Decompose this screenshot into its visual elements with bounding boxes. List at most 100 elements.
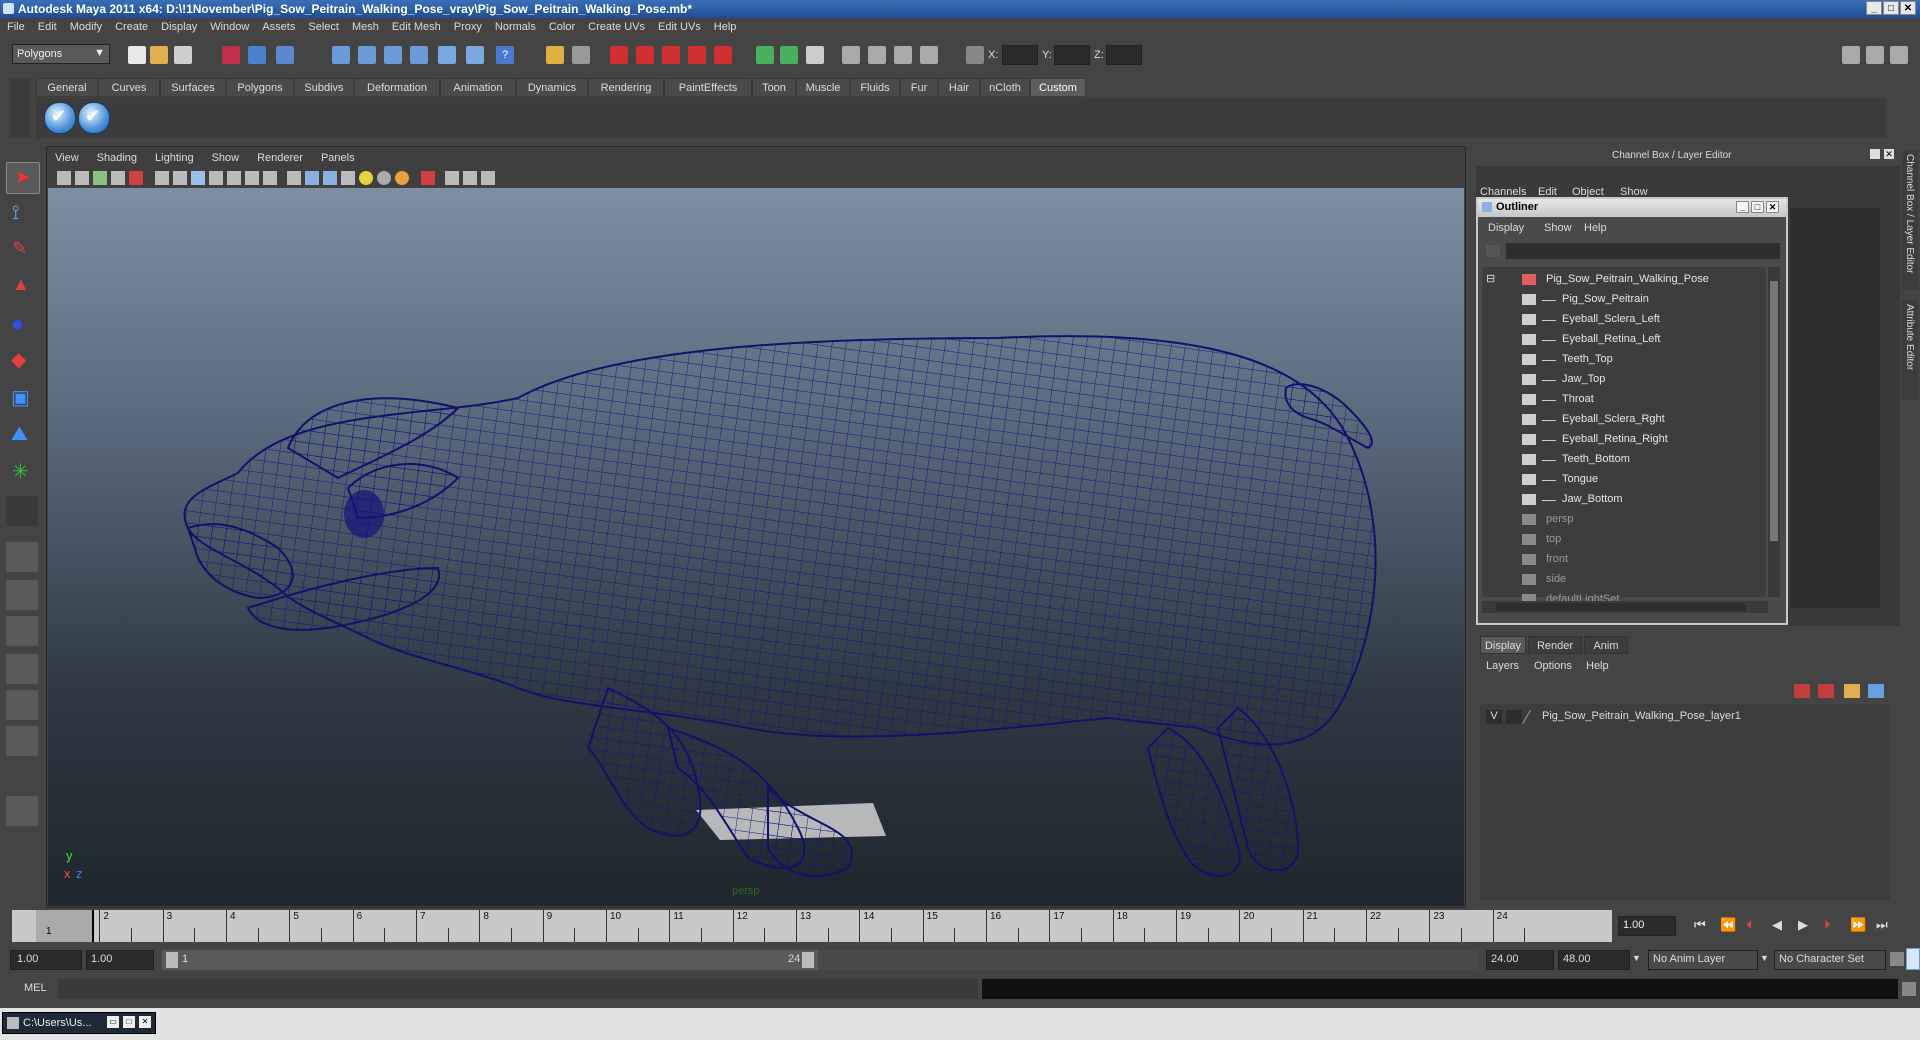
toggle-tool-settings-icon[interactable] — [1866, 46, 1884, 64]
current-time-marker[interactable]: 1 — [36, 910, 94, 942]
shelf-tab-general[interactable]: General — [36, 78, 98, 97]
lock-icon[interactable] — [546, 46, 564, 64]
outliner-item[interactable]: Eyeball_Sclera_Left — [1482, 311, 1766, 329]
layer-tab-render[interactable]: Render — [1528, 636, 1582, 654]
outliner-close-icon[interactable]: ✕ — [1766, 201, 1779, 213]
shelf-tab-polygons[interactable]: Polygons — [226, 78, 294, 97]
menu-create-uvs[interactable]: Create UVs — [581, 18, 651, 33]
custom-shelf-button-1[interactable]: ✔ — [44, 102, 76, 134]
history-icon[interactable] — [466, 46, 484, 64]
mel-input[interactable] — [58, 979, 978, 999]
toggle-attribute-editor-icon[interactable] — [1842, 46, 1860, 64]
layer-tab-display[interactable]: Display — [1480, 636, 1526, 654]
shelf-tab-painteffects[interactable]: PaintEffects — [664, 78, 752, 97]
outliner-scroll-thumb[interactable] — [1770, 281, 1778, 541]
bookmark-icon[interactable] — [93, 171, 107, 185]
outliner-item[interactable]: front — [1482, 551, 1766, 569]
wireframe-on-shaded-icon[interactable] — [323, 171, 337, 185]
outliner-vertical-scrollbar[interactable] — [1768, 267, 1780, 597]
animation-start-field[interactable]: 1.00 — [10, 950, 82, 970]
shelf-tab-hair[interactable]: Hair — [938, 78, 980, 97]
shelf-tab-fur[interactable]: Fur — [900, 78, 938, 97]
render-settings-icon[interactable] — [662, 46, 680, 64]
outliner-menu-display[interactable]: Display — [1488, 222, 1524, 234]
camera-icon[interactable] — [57, 171, 71, 185]
ipr-render-icon[interactable] — [636, 46, 654, 64]
perspective-viewport[interactable]: y x z persp — [48, 188, 1464, 906]
absolute-transform-icon[interactable] — [966, 46, 984, 64]
anim-layer-selector[interactable]: No Anim Layer — [1648, 950, 1758, 970]
new-layer-from-selection-icon[interactable] — [1868, 684, 1884, 698]
collapse-icon[interactable]: ⊟ — [1486, 272, 1495, 285]
menu-color[interactable]: Color — [542, 18, 581, 33]
x-input[interactable] — [1002, 45, 1038, 65]
side-tab-channel-box[interactable]: Channel Box / Layer Editor — [1902, 150, 1918, 290]
image-plane-icon[interactable] — [111, 171, 125, 185]
persp-outliner-layout-icon[interactable] — [6, 616, 38, 646]
maximize-icon[interactable]: □ — [123, 1016, 135, 1028]
xray-joints-icon[interactable] — [445, 171, 459, 185]
maximize-button[interactable]: □ — [1883, 1, 1899, 15]
shelf-tab-toon[interactable]: Toon — [752, 78, 796, 97]
layer-tab-anim[interactable]: Anim — [1584, 636, 1628, 654]
new-layer-icon[interactable] — [1844, 684, 1860, 698]
select-object-icon[interactable] — [248, 46, 266, 64]
close-icon[interactable]: ✕ — [139, 1016, 151, 1028]
outliner-item[interactable]: Throat — [1482, 391, 1766, 409]
auto-key-icon[interactable] — [1890, 952, 1904, 966]
safe-title-icon[interactable] — [263, 171, 277, 185]
grid-icon[interactable] — [155, 171, 169, 185]
shadows-icon[interactable] — [395, 171, 409, 185]
range-slider[interactable]: 1 24 — [162, 950, 818, 970]
close-icon[interactable]: ✕ — [1884, 149, 1894, 159]
menu-assets[interactable]: Assets — [255, 18, 301, 33]
range-end-handle[interactable] — [802, 952, 814, 968]
select-hierarchy-icon[interactable] — [222, 46, 240, 64]
move-layer-up-icon[interactable] — [1794, 684, 1810, 698]
shelf-tab-surfaces[interactable]: Surfaces — [160, 78, 226, 97]
outliner-title-bar[interactable]: Outliner _ □ ✕ — [1478, 199, 1786, 217]
outliner-filter-input[interactable] — [1506, 243, 1780, 259]
viewport-menu-renderer[interactable]: Renderer — [249, 149, 313, 164]
isolate-select-icon[interactable] — [129, 171, 143, 185]
layer-menu-layers[interactable]: Layers — [1486, 660, 1519, 672]
shelf-options-icon[interactable] — [10, 78, 30, 138]
manipulator-tool-icon[interactable]: ▣ — [6, 384, 38, 414]
shelf-tab-curves[interactable]: Curves — [98, 78, 160, 97]
outliner-item[interactable]: persp — [1482, 511, 1766, 529]
outliner-item[interactable]: Pig_Sow_Peitrain — [1482, 291, 1766, 309]
all-lights-icon[interactable] — [377, 171, 391, 185]
viewport-menu-shading[interactable]: Shading — [89, 149, 147, 164]
persp-graph-layout-icon[interactable] — [6, 654, 38, 684]
outliner-menu-help[interactable]: Help — [1584, 222, 1607, 234]
shelf-tab-ncloth[interactable]: nCloth — [980, 78, 1030, 97]
rename-icon[interactable] — [780, 46, 798, 64]
menu-edit-uvs[interactable]: Edit UVs — [651, 18, 707, 33]
outliner-item[interactable]: Jaw_Top — [1482, 371, 1766, 389]
step-forward-frame-icon[interactable]: ⏵ — [1824, 917, 1831, 933]
play-backwards-icon[interactable]: ◀ — [1772, 917, 1782, 933]
restore-icon[interactable]: ▭ — [107, 1016, 119, 1028]
layer-row[interactable]: V Pig_Sow_Peitrain_Walking_Pose_layer1 — [1480, 708, 1880, 726]
outliner-horizontal-scrollbar[interactable] — [1482, 601, 1768, 613]
shelf-tab-subdivs[interactable]: Subdivs — [294, 78, 354, 97]
preferences-icon[interactable] — [1906, 948, 1920, 970]
menu-create[interactable]: Create — [108, 18, 154, 33]
outliner-item[interactable]: Eyeball_Sclera_Rght — [1482, 411, 1766, 429]
menu-window[interactable]: Window — [203, 18, 255, 33]
layer-color-swatch[interactable] — [1521, 710, 1544, 724]
menu-edit[interactable]: Edit — [31, 18, 63, 33]
select-component-icon[interactable] — [276, 46, 294, 64]
filter-icon[interactable] — [1486, 245, 1500, 257]
viewport-menu-show[interactable]: Show — [204, 149, 250, 164]
outliner-hscroll-track[interactable] — [1496, 603, 1746, 611]
soft-select-icon[interactable] — [868, 46, 886, 64]
lasso-tool-icon[interactable]: ⟟ — [6, 200, 38, 230]
shelf-tab-deformation[interactable]: Deformation — [354, 78, 440, 97]
select-by-name-icon[interactable] — [572, 46, 590, 64]
shelf-tab-animation[interactable]: Animation — [440, 78, 516, 97]
field-chart-icon[interactable] — [227, 171, 241, 185]
input-line-icon[interactable] — [756, 46, 774, 64]
render-view-icon[interactable] — [714, 46, 732, 64]
viewport-menu-view[interactable]: View — [47, 149, 89, 164]
